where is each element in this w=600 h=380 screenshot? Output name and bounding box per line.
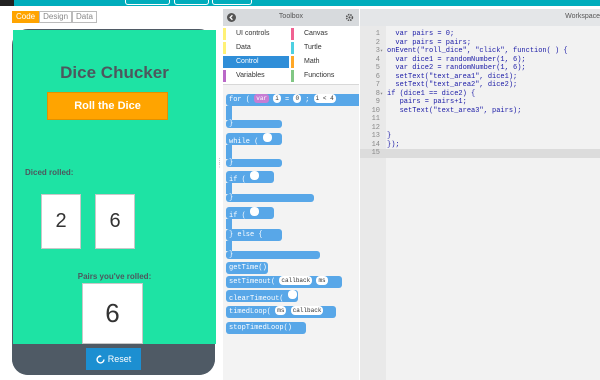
- for-keyword: for (: [229, 96, 251, 104]
- for-loop-end: }: [226, 120, 282, 128]
- code-text: });: [387, 140, 400, 149]
- reset-icon: [96, 354, 105, 364]
- get-time-block[interactable]: getTime(): [226, 262, 268, 274]
- diced-rolled-label: Diced rolled:: [25, 168, 74, 177]
- top-bar-button-3[interactable]: [212, 0, 252, 5]
- mode-design-tab[interactable]: Design: [39, 11, 73, 23]
- toolbox-title: Toolbox: [278, 13, 304, 20]
- while-condition-slot[interactable]: [262, 133, 272, 142]
- code-text: setText("text_area1", dice1);: [387, 72, 518, 81]
- for-loop-body: [226, 106, 232, 120]
- timed-loop-block[interactable]: timedLoop( ms callback: [226, 306, 336, 318]
- else-keyword: } else {: [226, 229, 282, 241]
- if-else-body: [226, 219, 232, 229]
- while-keyword: while (: [229, 138, 259, 146]
- set-timeout-block[interactable]: setTimeout( callback ms: [226, 276, 342, 288]
- for-condition[interactable]: i < 4: [313, 94, 336, 103]
- workspace-title: Workspace: [565, 13, 600, 20]
- clear-timeout-keyword: clearTimeout(: [229, 295, 284, 303]
- for-var-name[interactable]: i: [273, 94, 281, 103]
- mode-code-tab[interactable]: Code: [12, 11, 40, 23]
- reset-button-label: Reset: [107, 354, 132, 364]
- for-separator: ;: [305, 96, 310, 104]
- block-palette: for ( var i = 0 ; i < 4 } while ( } if (…: [223, 84, 359, 380]
- timed-loop-callback[interactable]: callback: [290, 306, 324, 315]
- code-text: var pairs = 0;: [387, 30, 455, 38]
- for-var-keyword: var: [254, 94, 270, 103]
- workspace-header: Workspace: [360, 9, 600, 26]
- set-timeout-ms[interactable]: ms: [316, 276, 328, 285]
- while-block[interactable]: while (: [226, 133, 282, 146]
- category-functions[interactable]: Functions: [291, 70, 357, 82]
- reset-button[interactable]: Reset: [86, 348, 141, 370]
- code-text: }: [387, 132, 392, 140]
- set-timeout-keyword: setTimeout(: [229, 278, 276, 286]
- code-text: pairs = pairs+1;: [387, 98, 467, 106]
- gear-icon[interactable]: [345, 13, 354, 22]
- if-end: }: [226, 194, 314, 202]
- while-end: }: [226, 159, 282, 167]
- if-else-condition-slot[interactable]: [250, 207, 260, 216]
- toolbox-header: Toolbox: [223, 9, 359, 26]
- category-control[interactable]: Control: [223, 56, 289, 68]
- code-text: onEvent("roll_dice", "click", function( …: [387, 47, 568, 55]
- mode-data-tab[interactable]: Data: [72, 11, 97, 23]
- die2-text-area[interactable]: 6: [95, 194, 135, 249]
- roll-dice-button[interactable]: Roll the Dice: [47, 92, 168, 120]
- category-canvas[interactable]: Canvas: [291, 28, 357, 40]
- if-block[interactable]: if (: [226, 171, 274, 184]
- top-bar: [0, 0, 600, 6]
- code-text: setText("text_area3", pairs);: [387, 106, 522, 115]
- logo: [0, 0, 14, 6]
- pairs-text-area[interactable]: 6: [82, 283, 143, 344]
- category-data[interactable]: Data: [223, 42, 289, 54]
- code-text: var dice1 = randomNumber(1, 6);: [387, 55, 526, 64]
- if-else-end: }: [226, 251, 320, 259]
- die1-text-area[interactable]: 2: [41, 194, 81, 249]
- code-line[interactable]: 15: [360, 149, 600, 158]
- timed-loop-keyword: timedLoop(: [229, 308, 272, 316]
- category-math[interactable]: Math: [291, 56, 357, 68]
- timed-loop-ms[interactable]: ms: [275, 306, 287, 315]
- mode-toggle: Code Design Data: [12, 11, 97, 23]
- code-text: var dice2 = randomNumber(1, 6);: [387, 64, 526, 72]
- toolbox-categories: UI controls Canvas Data Turtle Control M…: [223, 26, 359, 84]
- clear-timeout-arg[interactable]: [287, 290, 297, 299]
- code-text: if (dice1 == dice2) {: [387, 89, 476, 98]
- line-number: 15: [371, 149, 380, 157]
- if-condition-slot[interactable]: [250, 171, 260, 180]
- for-equals: =: [285, 96, 290, 104]
- set-timeout-callback[interactable]: callback: [279, 276, 313, 285]
- else-body: [226, 241, 232, 251]
- code-text: setText("text_area2", dice2);: [387, 81, 518, 89]
- for-start-value[interactable]: 0: [293, 94, 302, 103]
- top-bar-button-2[interactable]: [174, 0, 209, 5]
- clear-timeout-block[interactable]: clearTimeout(: [226, 290, 298, 303]
- if-else-block[interactable]: if (: [226, 207, 274, 220]
- stop-timed-loop-block[interactable]: stopTimedLoop(): [226, 322, 306, 334]
- while-body: [226, 145, 232, 159]
- if-body: [226, 183, 232, 194]
- for-loop-block[interactable]: for ( var i = 0 ; i < 4: [226, 94, 359, 106]
- category-ui-controls[interactable]: UI controls: [223, 28, 289, 40]
- app-lab-window: Code Design Data Dice Chucker Roll the D…: [0, 0, 600, 380]
- category-turtle[interactable]: Turtle: [291, 42, 357, 54]
- panel-resize-handle[interactable]: ⋮ ⋮: [216, 158, 223, 174]
- pairs-rolled-label: Pairs you've rolled:: [77, 272, 152, 281]
- top-bar-button-1[interactable]: [125, 0, 170, 5]
- category-variables[interactable]: Variables: [223, 70, 289, 82]
- app-title: Dice Chucker: [60, 63, 169, 82]
- code-text: var pairs = pairs;: [387, 38, 472, 47]
